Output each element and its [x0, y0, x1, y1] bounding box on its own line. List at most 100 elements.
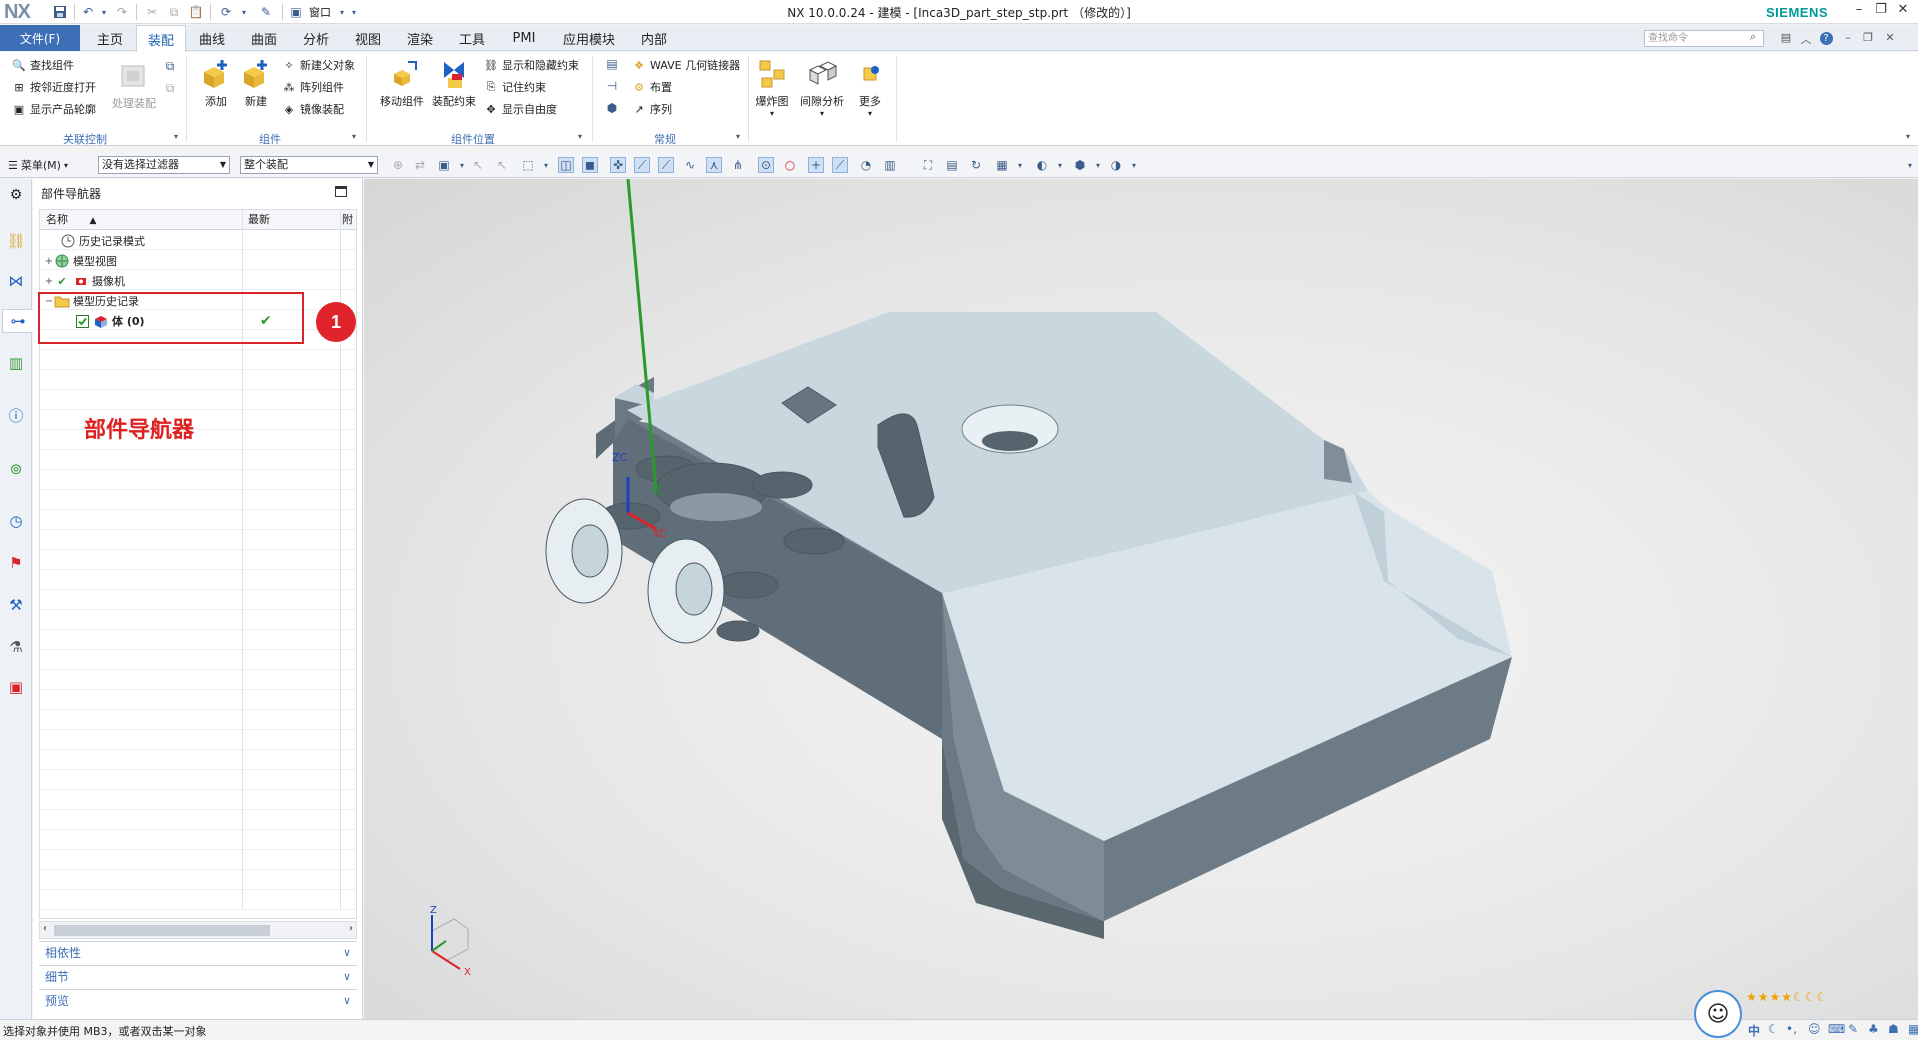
column-header-uptodate[interactable]: 最新: [242, 210, 340, 230]
chevron-down-icon[interactable]: ▾: [1126, 157, 1142, 173]
process-assembly-button[interactable]: 处理装配: [106, 56, 162, 118]
ribbon-overflow-icon[interactable]: ▾: [1906, 132, 1910, 141]
expand-icon[interactable]: +: [44, 276, 54, 287]
control-point-icon[interactable]: ∿: [682, 157, 698, 173]
exploded-views-button[interactable]: 爆炸图 ▾: [748, 54, 796, 118]
new-parent-button[interactable]: ✧ 新建父对象: [282, 56, 355, 74]
type-filter-select[interactable]: 没有选择过滤器 ▼: [98, 156, 230, 174]
punctuation-icon[interactable]: •,: [1786, 1022, 1797, 1036]
fit-view-icon[interactable]: ⛶: [920, 157, 936, 173]
process-studio-icon[interactable]: ⚒: [4, 593, 28, 617]
part-navigator-icon[interactable]: ⊶: [2, 309, 33, 333]
chevron-down-icon[interactable]: ▾: [1052, 157, 1068, 173]
clearance-analysis-button[interactable]: 间隙分析 ▾: [798, 54, 846, 118]
show-hide-icon[interactable]: ◑: [1108, 157, 1124, 173]
web-browser-icon[interactable]: ⊚: [4, 457, 28, 481]
point-on-face-icon[interactable]: ⟋: [832, 157, 848, 173]
settings-icon[interactable]: ⚙: [4, 183, 28, 207]
skin-icon[interactable]: ♣: [1868, 1022, 1879, 1036]
section-dependencies[interactable]: 相依性 ∨: [39, 941, 357, 963]
tab-tools[interactable]: 工具: [450, 25, 494, 51]
tree-node-cameras[interactable]: + ✔ 摄像机: [44, 271, 125, 291]
command-search-input[interactable]: 查找命令: [1644, 30, 1764, 47]
column-header-name[interactable]: 名称 ▲: [40, 210, 242, 230]
assembly-constraints-button[interactable]: 装配约束: [428, 54, 480, 116]
search-icon[interactable]: ⌕: [1750, 30, 1756, 44]
collapse-ribbon-icon[interactable]: ︿: [1798, 31, 1814, 46]
ime-chinese-mode[interactable]: 中: [1748, 1022, 1760, 1039]
maximize-icon[interactable]: [335, 186, 347, 197]
sequence-button[interactable]: ↗ 序列: [632, 100, 672, 118]
group-expand-icon[interactable]: ▾: [736, 132, 740, 141]
help-icon[interactable]: ?: [1818, 31, 1834, 46]
assembly-navigator-icon[interactable]: ⛓: [4, 229, 28, 253]
open-by-proximity-button[interactable]: ⊞ 按邻近度打开: [12, 78, 96, 96]
tab-curve[interactable]: 曲线: [190, 25, 234, 51]
scrollbar-thumb[interactable]: [54, 925, 270, 936]
ribbon-options-icon[interactable]: ▤: [1778, 31, 1794, 46]
chevron-down-icon[interactable]: ▾: [538, 157, 554, 173]
system-materials-icon[interactable]: ⚑: [4, 551, 28, 575]
section-preview[interactable]: 预览 ∨: [39, 989, 357, 1011]
tab-internal[interactable]: 内部: [632, 25, 676, 51]
scroll-left-icon[interactable]: ‹: [43, 923, 47, 934]
rotate-icon[interactable]: ↻: [968, 157, 984, 173]
pattern-component-button[interactable]: ⁂ 阵列组件: [282, 78, 345, 96]
remember-constraints-button[interactable]: ⎘ 记住约束: [484, 78, 546, 96]
tab-assemblies[interactable]: 装配: [136, 25, 186, 52]
assembly-load-icon[interactable]: ⧉: [162, 58, 178, 74]
navigator-horizontal-scrollbar[interactable]: ‹ ›: [39, 921, 357, 939]
general-selection-icon[interactable]: ⊕: [390, 157, 406, 173]
restore-icon[interactable]: ❐: [1872, 2, 1890, 20]
grid-icon[interactable]: ▦: [1908, 1022, 1918, 1036]
snap-point-icon[interactable]: ✜: [610, 157, 626, 173]
manufacturing-wizards-icon[interactable]: ⚗: [4, 635, 28, 659]
end-point-icon[interactable]: ⟋: [634, 157, 650, 173]
emoji-icon[interactable]: ☺: [1808, 1022, 1821, 1036]
expand-icon[interactable]: +: [44, 256, 54, 267]
show-product-outline-button[interactable]: ▣ 显示产品轮廓: [12, 100, 96, 118]
view-section-icon[interactable]: ▥: [882, 157, 898, 173]
deselect-icon[interactable]: ↖: [470, 157, 486, 173]
graphics-window[interactable]: ZC YC XC Z X: [364, 179, 1918, 1019]
mid-point-icon[interactable]: ⟋: [658, 157, 674, 173]
wrench-icon[interactable]: ✎: [1848, 1022, 1858, 1036]
column-header-attach[interactable]: 附: [340, 210, 356, 230]
scroll-right-icon[interactable]: ›: [349, 923, 353, 934]
wave-geometry-linker-button[interactable]: ❖ WAVE 几何链接器: [632, 56, 740, 74]
select-all-icon[interactable]: ▣: [436, 157, 452, 173]
show-hide-constraints-button[interactable]: ⛓ 显示和隐藏约束: [484, 56, 579, 74]
selection-scope-select[interactable]: 整个装配 ▼: [240, 156, 378, 174]
existing-point-icon[interactable]: +: [808, 157, 824, 173]
tab-view[interactable]: 视图: [346, 25, 390, 51]
close-icon[interactable]: ✕: [1894, 2, 1912, 20]
tab-applications[interactable]: 应用模块: [554, 25, 624, 51]
chevron-down-icon[interactable]: ▾: [1090, 157, 1106, 173]
point-on-curve-icon[interactable]: ⊙: [758, 157, 774, 173]
render-style-icon[interactable]: ◐: [1034, 157, 1050, 173]
intersection-point-icon[interactable]: ⋏: [706, 157, 722, 173]
section-details[interactable]: 细节 ∨: [39, 965, 357, 987]
main-menu-button[interactable]: ☰ 菜单(M) ▾: [8, 157, 68, 173]
roles-icon[interactable]: ▣: [4, 675, 28, 699]
zoom-icon[interactable]: ▤: [944, 157, 960, 173]
tab-analysis[interactable]: 分析: [294, 25, 338, 51]
constraint-navigator-icon[interactable]: ⋈: [4, 269, 28, 293]
tab-home[interactable]: 主页: [88, 25, 132, 51]
new-component-button[interactable]: 新建: [230, 54, 282, 116]
group-expand-icon[interactable]: ▾: [578, 132, 582, 141]
chevron-down-icon[interactable]: ▾: [454, 157, 470, 173]
general-icon-3[interactable]: ⬢: [604, 100, 620, 116]
orient-view-icon[interactable]: ▦: [994, 157, 1010, 173]
select-by-name-icon[interactable]: ↖: [494, 157, 510, 173]
close-icon[interactable]: ✕: [1882, 31, 1898, 46]
quadrant-point-icon[interactable]: ○: [782, 157, 798, 173]
show-dof-button[interactable]: ✥ 显示自由度: [484, 100, 557, 118]
arrangements-button[interactable]: ⚙ 布置: [632, 78, 672, 96]
solid-select-icon[interactable]: ◼: [582, 157, 598, 173]
tree-node-model-views[interactable]: + 模型视图: [44, 251, 117, 271]
find-component-button[interactable]: 🔍 查找组件: [12, 56, 74, 74]
chevron-down-icon[interactable]: ▾: [1012, 157, 1028, 173]
assembly-selection-icon[interactable]: ⇄: [412, 157, 428, 173]
tab-surface[interactable]: 曲面: [242, 25, 286, 51]
